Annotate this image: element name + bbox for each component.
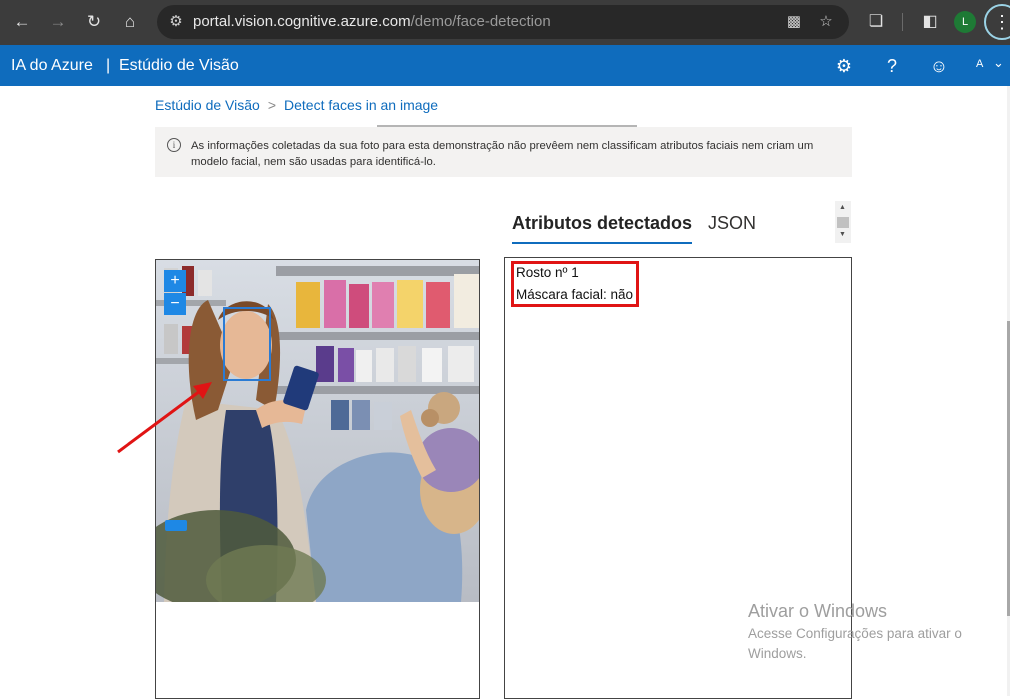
privacy-notice-text: As informações coletadas da sua foto par… [191, 140, 814, 168]
studio-title[interactable]: Estúdio de Visão [119, 57, 239, 75]
breadcrumb-home[interactable]: Estúdio de Visão [155, 97, 260, 113]
header-divider: | [106, 57, 111, 74]
back-icon[interactable]: ← [10, 10, 34, 34]
tabs-scrollbar[interactable]: ▲ ▼ [835, 201, 851, 243]
brand-title[interactable]: IA do Azure [11, 57, 93, 75]
browser-toolbar: ← → ↻ ⌂ ⚙ portal.vision.cognitive.azure.… [0, 0, 1010, 45]
site-settings-icon[interactable]: ⚙ [165, 11, 187, 33]
breadcrumb: Estúdio de Visão > Detect faces in an imag… [155, 97, 438, 113]
info-icon: i [167, 138, 181, 152]
annotation-highlight-box [511, 261, 639, 307]
zoom-out-button[interactable]: − [164, 293, 186, 315]
scroll-thumb[interactable] [837, 217, 849, 228]
translate-icon[interactable]: ▩ [783, 11, 805, 33]
browser-menu-icon[interactable]: ⋮ [984, 4, 1010, 40]
url-host: portal.vision.cognitive.azure.com [193, 13, 411, 30]
tab-json[interactable]: JSON [708, 213, 756, 234]
image-preview-panel: + − [155, 259, 480, 699]
azure-header: IA do Azure | Estúdio de Visão ⚙ ? ☺ A ⌄ [0, 45, 1010, 86]
user-initial[interactable]: A [976, 58, 983, 70]
scroll-down-icon[interactable]: ▼ [839, 231, 846, 238]
extensions-icon[interactable]: ❏ [864, 10, 888, 34]
side-panel-icon[interactable]: ◧ [918, 10, 942, 34]
help-icon[interactable]: ? [880, 54, 904, 78]
windows-activation-watermark: Ativar o Windows Acesse Configurações pa… [748, 601, 962, 664]
scroll-up-icon[interactable]: ▲ [839, 204, 846, 211]
settings-gear-icon[interactable]: ⚙ [832, 54, 856, 78]
toolbar-separator [902, 13, 903, 31]
pan-handle[interactable] [165, 520, 187, 531]
bookmark-star-icon[interactable]: ☆ [815, 11, 837, 33]
breadcrumb-current[interactable]: Detect faces in an image [284, 97, 438, 113]
profile-avatar[interactable]: L [954, 11, 976, 33]
chevron-down-icon[interactable]: ⌄ [993, 55, 1004, 71]
breadcrumb-separator: > [267, 97, 277, 113]
detected-face-box[interactable] [223, 307, 271, 381]
url-text[interactable]: portal.vision.cognitive.azure.com/demo/f… [193, 13, 551, 30]
home-icon[interactable]: ⌂ [118, 10, 142, 34]
watermark-line1: Acesse Configurações para ativar o [748, 626, 962, 641]
watermark-line2: Windows. [748, 646, 807, 661]
feedback-smiley-icon[interactable]: ☺ [927, 54, 951, 78]
address-bar[interactable]: ⚙ portal.vision.cognitive.azure.com/demo… [157, 5, 849, 39]
reload-icon[interactable]: ↻ [82, 10, 106, 34]
url-path: /demo/face-detection [410, 13, 551, 30]
privacy-notice: i As informações coletadas da sua foto p… [155, 127, 852, 177]
watermark-title: Ativar o Windows [748, 601, 888, 621]
zoom-in-button[interactable]: + [164, 270, 186, 292]
store-photo [156, 260, 479, 602]
forward-icon[interactable]: → [46, 10, 70, 34]
tab-detected-attributes[interactable]: Atributos detectados [512, 213, 693, 244]
